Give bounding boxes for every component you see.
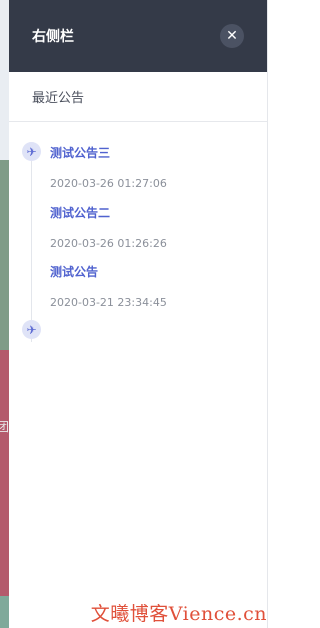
close-button[interactable]: ✕: [220, 24, 244, 48]
close-icon: ✕: [226, 28, 238, 44]
announcement-title-link[interactable]: 测试公告三: [50, 144, 167, 161]
announcement-time: 2020-03-26 01:26:26: [50, 237, 167, 250]
timeline-line: [31, 160, 32, 342]
timeline-item: 测试公告三 2020-03-26 01:27:06: [50, 144, 167, 190]
airplane-icon: ✈: [22, 320, 41, 339]
background-block: [0, 160, 9, 350]
announcement-time: 2020-03-26 01:27:06: [50, 177, 167, 190]
watermark: 文曦博客Vience.cn: [90, 603, 267, 625]
announcement-title-link[interactable]: 测试公告二: [50, 204, 167, 221]
background-block: [0, 350, 9, 596]
background-block: [0, 596, 9, 628]
drawer-title: 右侧栏: [32, 29, 74, 45]
background-glyph: 团: [0, 420, 10, 434]
timeline-item: 测试公告二 2020-03-26 01:26:26: [50, 204, 167, 250]
right-sidebar-drawer: 右侧栏 ✕ 最近公告 测试公告三 2020-03-26 01:27:06 测试公…: [9, 0, 268, 628]
airplane-icon: ✈: [22, 142, 41, 161]
section-title: 最近公告: [32, 91, 85, 106]
drawer-header: 右侧栏 ✕: [9, 0, 267, 72]
announcement-timeline: 测试公告三 2020-03-26 01:27:06 测试公告二 2020-03-…: [9, 122, 267, 342]
announcement-time: 2020-03-21 23:34:45: [50, 296, 167, 309]
section-header: 最近公告: [9, 72, 267, 122]
background-page: 团: [0, 0, 9, 628]
timeline-item: 测试公告 2020-03-21 23:34:45: [50, 263, 167, 309]
announcement-title-link[interactable]: 测试公告: [50, 263, 167, 280]
